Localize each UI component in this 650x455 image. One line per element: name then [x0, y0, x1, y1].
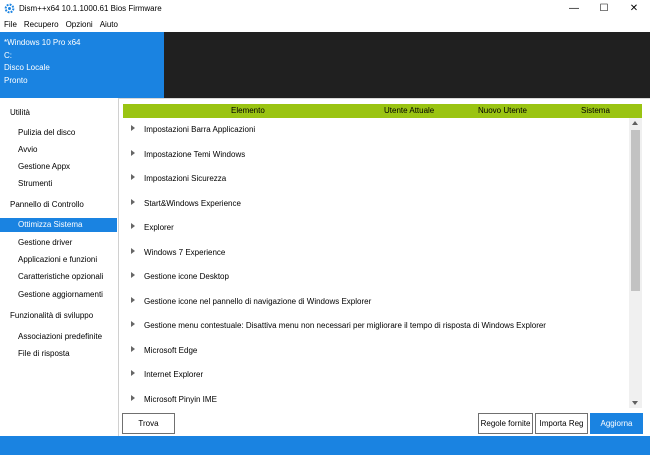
- column-header-elemento[interactable]: Elemento: [231, 106, 265, 115]
- list-item[interactable]: Impostazioni Sicurezza: [123, 167, 629, 191]
- menu-opzioni[interactable]: Opzioni: [62, 17, 96, 32]
- menu-aiuto[interactable]: Aiuto: [96, 17, 121, 32]
- sidebar-item-strumenti[interactable]: Strumenti: [0, 177, 117, 191]
- session-disk-type: Disco Locale: [4, 63, 50, 72]
- sidebar-item-gestione-appx[interactable]: Gestione Appx: [0, 160, 117, 174]
- expand-arrow-icon[interactable]: [131, 198, 135, 205]
- list-item-label: Windows 7 Experience: [144, 247, 226, 257]
- expand-arrow-icon[interactable]: [131, 296, 135, 303]
- session-panel[interactable]: *Windows 10 Pro x64 C: Disco Locale Pron…: [0, 32, 164, 98]
- close-button[interactable]: ✕: [620, 0, 648, 17]
- main-panel: Elemento Utente Attuale Nuovo Utente Sis…: [119, 98, 650, 436]
- list-item-label: Impostazioni Sicurezza: [144, 174, 227, 183]
- provided-rules-button[interactable]: Regole fornite: [478, 413, 533, 434]
- list-item[interactable]: Gestione menu contestuale: Disattiva men…: [123, 314, 629, 338]
- list-item-label: Internet Explorer: [144, 370, 204, 379]
- sidebar-item-associazioni[interactable]: Associazioni predefinite: [0, 330, 117, 344]
- session-os: *Windows 10 Pro x64: [4, 38, 81, 47]
- expand-arrow-icon[interactable]: [131, 394, 135, 401]
- column-header-nuovo-utente[interactable]: Nuovo Utente: [478, 106, 527, 115]
- list-item-label: Gestione icone Desktop: [144, 272, 229, 281]
- expand-arrow-icon[interactable]: [131, 247, 135, 254]
- maximize-button[interactable]: ☐: [590, 0, 618, 17]
- expand-arrow-icon[interactable]: [131, 125, 135, 131]
- list-item[interactable]: Windows 7 Experience: [123, 241, 629, 265]
- list-item[interactable]: Impostazione Temi Windows: [123, 143, 629, 167]
- session-drive: C:: [4, 50, 12, 60]
- expand-arrow-icon[interactable]: [131, 149, 135, 156]
- menu-bar: File Recupero Opzioni Aiuto: [0, 17, 650, 32]
- expand-arrow-icon[interactable]: [131, 272, 135, 278]
- window-title: Dism++x64 10.1.1000.61 Bios Firmware: [19, 4, 162, 13]
- sidebar-item-pulizia-disco[interactable]: Pulizia del disco: [0, 126, 117, 140]
- list-item-label: Microsoft Pinyin IME: [144, 394, 217, 404]
- column-header-utente-attuale[interactable]: Utente Attuale: [384, 106, 434, 115]
- sidebar-item-aggiornamenti[interactable]: Gestione aggiornamenti: [0, 288, 117, 302]
- scrollbar-thumb[interactable]: [631, 130, 640, 291]
- list-item-label: Impostazioni Barra Applicazioni: [144, 125, 256, 134]
- sidebar-item-caratteristiche[interactable]: Caratteristiche opzionali: [0, 270, 117, 284]
- expand-arrow-icon[interactable]: [131, 345, 135, 352]
- list-item[interactable]: Start&Windows Experience: [123, 192, 629, 216]
- list-item-label: Impostazione Temi Windows: [144, 149, 246, 159]
- expand-arrow-icon[interactable]: [131, 370, 135, 376]
- sidebar-item-file-risposta[interactable]: File di risposta: [0, 347, 117, 361]
- list-item-label: Gestione icone nel pannello di navigazio…: [144, 296, 372, 306]
- expand-arrow-icon[interactable]: [131, 223, 135, 229]
- list-item[interactable]: Gestione icone nel pannello di navigazio…: [123, 290, 629, 314]
- list-item[interactable]: Microsoft Edge: [123, 339, 629, 363]
- session-status: Pronto: [4, 75, 28, 85]
- update-button[interactable]: Aggiorna: [590, 413, 643, 434]
- sidebar-category-sviluppo: Funzionalità di sviluppo: [10, 311, 94, 320]
- sidebar-item-ottimizza-sistema[interactable]: Ottimizza Sistema: [0, 218, 117, 232]
- menu-file[interactable]: File: [0, 17, 20, 32]
- find-button[interactable]: Trova: [122, 413, 175, 434]
- expand-arrow-icon[interactable]: [131, 174, 135, 180]
- list-item[interactable]: Internet Explorer: [123, 363, 629, 387]
- sidebar: Utilità Pulizia del disco Avvio Gestione…: [0, 98, 119, 436]
- sidebar-item-gestione-driver[interactable]: Gestione driver: [0, 236, 117, 250]
- list-item-label: Start&Windows Experience: [144, 198, 241, 208]
- optimization-list: Impostazioni Barra Applicazioni Impostaz…: [123, 118, 629, 409]
- session-list-area: [164, 32, 650, 98]
- expand-arrow-icon[interactable]: [131, 321, 135, 327]
- sidebar-category-pannello: Pannello di Controllo: [10, 200, 84, 209]
- gear-blue-icon: [4, 3, 15, 14]
- sidebar-item-applicazioni[interactable]: Applicazioni e funzioni: [0, 253, 117, 267]
- list-item-label: Explorer: [144, 223, 174, 232]
- title-bar: Dism++x64 10.1.1000.61 Bios Firmware — ☐…: [0, 0, 650, 17]
- import-reg-button[interactable]: Importa Reg: [535, 413, 588, 434]
- list-item-label: Gestione menu contestuale: Disattiva men…: [144, 321, 546, 330]
- list-item[interactable]: Impostazioni Barra Applicazioni: [123, 118, 629, 142]
- minimize-button[interactable]: —: [560, 0, 588, 17]
- status-bar: [0, 436, 650, 455]
- column-header-sistema[interactable]: Sistema: [581, 106, 610, 115]
- sidebar-category-utilita: Utilità: [10, 108, 31, 117]
- scroll-down-arrow-icon[interactable]: [632, 401, 638, 405]
- scroll-up-arrow-icon[interactable]: [632, 121, 638, 125]
- list-item[interactable]: Microsoft Pinyin IME: [123, 388, 629, 412]
- list-item-label: Microsoft Edge: [144, 345, 198, 355]
- vertical-scrollbar[interactable]: [629, 118, 642, 408]
- menu-recupero[interactable]: Recupero: [20, 17, 62, 32]
- list-item[interactable]: Explorer: [123, 216, 629, 240]
- sidebar-item-avvio[interactable]: Avvio: [0, 143, 117, 157]
- list-item[interactable]: Gestione icone Desktop: [123, 265, 629, 289]
- table-header: Elemento Utente Attuale Nuovo Utente Sis…: [123, 104, 642, 118]
